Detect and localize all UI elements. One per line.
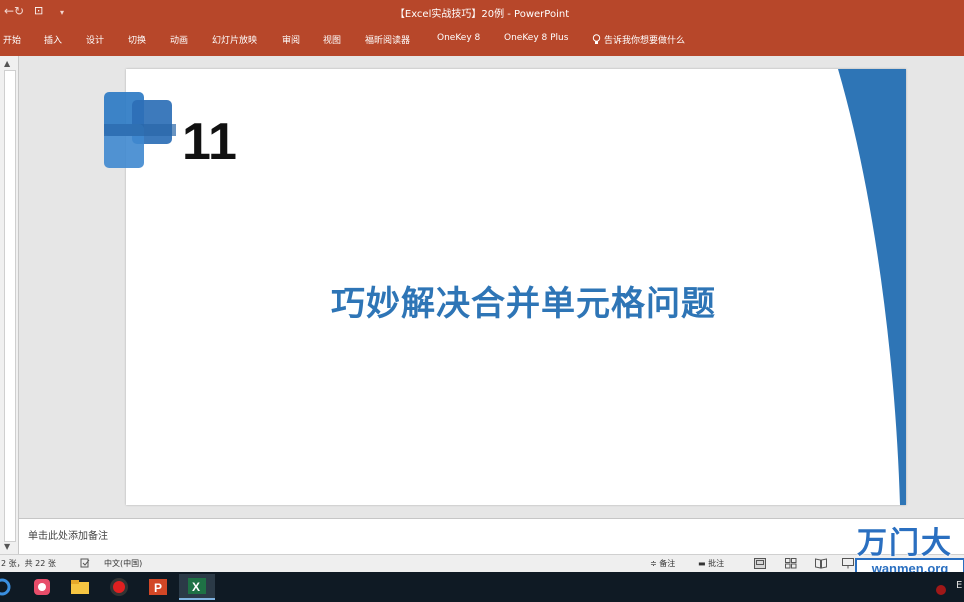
recorder-icon[interactable] (101, 574, 137, 600)
tab-design[interactable]: 设计 (86, 33, 104, 46)
scroll-up-icon[interactable]: ▲ (4, 59, 10, 68)
reading-view-icon[interactable] (815, 558, 827, 569)
title-bar: ← ↻ ⊡ ▾ 【Excel实战技巧】20例 - PowerPoint (0, 0, 964, 26)
tab-onekey8[interactable]: OneKey 8 (437, 33, 480, 43)
slide-number-label: 11 (182, 113, 237, 171)
tray-text: E (956, 580, 963, 591)
powerpoint-icon[interactable]: P (140, 574, 176, 600)
tab-insert[interactable]: 插入 (44, 33, 62, 46)
notes-placeholder[interactable]: 单击此处添加备注 (28, 527, 108, 542)
tab-animations[interactable]: 动画 (170, 33, 188, 46)
notes-button[interactable]: ≑ 备注 (650, 558, 675, 569)
tell-me-text: 告诉我你想要做什么 (604, 36, 686, 46)
recording-tray-icon[interactable] (935, 581, 947, 600)
normal-view-icon[interactable] (754, 558, 766, 569)
tab-foxit-reader[interactable]: 福昕阅读器 (365, 33, 410, 46)
thumbnail-pane[interactable]: ▲ ▼ (0, 56, 19, 554)
tab-transitions[interactable]: 切换 (128, 33, 146, 46)
tab-onekey8-plus[interactable]: OneKey 8 Plus (504, 33, 568, 43)
tab-view[interactable]: 视图 (323, 33, 341, 46)
slide-title: 巧妙解决合并单元格问题 (331, 284, 716, 324)
tab-review[interactable]: 审阅 (282, 33, 300, 46)
tab-home[interactable]: 开始 (3, 33, 21, 46)
lightbulb-icon (592, 34, 601, 44)
slide-canvas[interactable]: 巧妙解决合并单元格问题 (126, 69, 906, 505)
scroll-down-icon[interactable]: ▼ (4, 542, 10, 551)
thumbnail-scrollbar[interactable] (4, 70, 16, 542)
number-badge-decoration (104, 92, 178, 170)
badge-bar (104, 124, 176, 136)
tab-slideshow[interactable]: 幻灯片放映 (212, 33, 257, 46)
tell-me-box[interactable]: 告诉我你想要做什么 (592, 33, 685, 46)
excel-icon[interactable]: X (179, 574, 215, 600)
comments-button[interactable]: ▬ 批注 (698, 558, 724, 569)
slide-sorter-icon[interactable] (785, 558, 797, 569)
file-explorer-icon[interactable] (62, 574, 98, 600)
window-title: 【Excel实战技巧】20例 - PowerPoint (394, 9, 570, 20)
notes-icon: ≑ (650, 559, 657, 568)
ribbon-tabs: 开始 插入 设计 切换 动画 幻灯片放映 审阅 视图 福昕阅读器 OneKey … (0, 26, 964, 56)
spellcheck-icon[interactable] (80, 558, 90, 568)
watermark-brand: 万门大 (857, 526, 953, 561)
notes-pane[interactable]: 单击此处添加备注 (19, 518, 964, 555)
taskbar: P X E (0, 572, 964, 602)
language-indicator[interactable]: 中文(中国) (104, 558, 142, 569)
comments-button-label: 批注 (708, 559, 725, 568)
edge-icon[interactable] (0, 574, 20, 600)
slide-count: 2 张，共 22 张 (1, 559, 56, 568)
camera-app-icon[interactable] (24, 574, 60, 600)
notes-button-label: 备注 (659, 559, 676, 568)
svg-text:P: P (154, 581, 162, 595)
svg-text:X: X (192, 580, 200, 594)
status-bar: 2 张，共 22 张 中文(中国) ≑ 备注 ▬ 批注 (0, 554, 964, 573)
comments-icon: ▬ (698, 559, 706, 568)
